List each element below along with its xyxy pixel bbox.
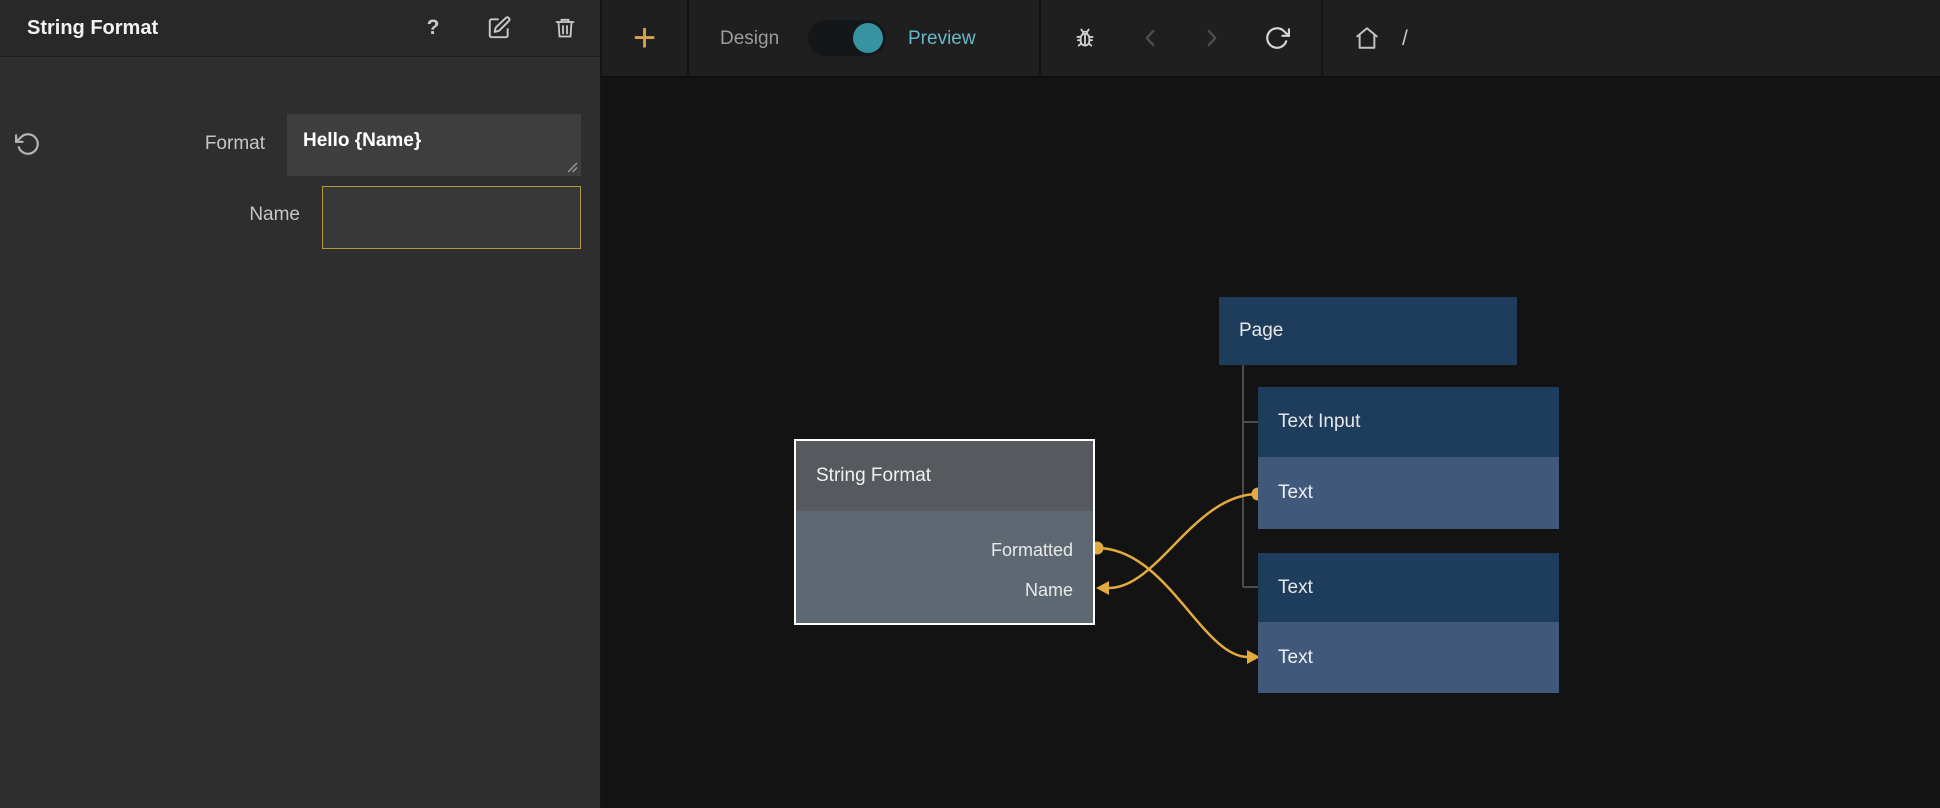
node-page-title: Page	[1239, 320, 1283, 342]
name-input[interactable]	[322, 186, 581, 249]
format-field-wrap: Hello {Name}	[287, 114, 581, 176]
reset-icon[interactable]	[15, 131, 41, 157]
port-formatted[interactable]: Formatted	[991, 539, 1073, 561]
help-glyph: ?	[427, 16, 440, 40]
forward-icon[interactable]	[1199, 25, 1225, 51]
hierarchy-line	[1243, 586, 1258, 588]
panel-title: String Format	[27, 17, 420, 40]
node-string-format-title: String Format	[816, 465, 931, 487]
refresh-icon[interactable]	[1264, 25, 1290, 51]
node-string-format-selected[interactable]: String Format Formatted Name	[794, 439, 1095, 625]
node-text-input-port-text[interactable]: Text	[1258, 457, 1559, 529]
debug-bug-icon[interactable]	[1072, 25, 1098, 51]
node-text-input[interactable]: Text Input Text	[1258, 387, 1559, 529]
panel-header-actions: ?	[420, 15, 578, 41]
breadcrumb-path: /	[1402, 0, 1408, 77]
design-mode-label[interactable]: Design	[720, 0, 779, 77]
node-text[interactable]: Text Text	[1258, 553, 1559, 693]
node-page[interactable]: Page	[1219, 297, 1517, 365]
delete-icon[interactable]	[552, 15, 578, 41]
resize-grip-icon[interactable]	[566, 161, 578, 173]
preview-mode-label[interactable]: Preview	[908, 0, 976, 77]
property-panel-header: String Format ?	[0, 0, 600, 57]
add-node-button[interactable]: +	[602, 0, 687, 77]
hierarchy-line	[1242, 365, 1244, 587]
property-panel: String Format ?	[0, 0, 602, 808]
port-label: Text	[1278, 482, 1313, 504]
node-page-header: Page	[1219, 297, 1517, 365]
top-toolbar: + Design Preview	[602, 0, 1940, 77]
home-icon[interactable]	[1354, 25, 1380, 51]
port-label: Text	[1278, 647, 1313, 669]
format-field-label: Format	[205, 133, 265, 155]
name-field-label: Name	[249, 204, 300, 226]
format-input[interactable]: Hello {Name}	[287, 114, 581, 176]
port-name[interactable]: Name	[1025, 579, 1073, 601]
hierarchy-line	[1243, 421, 1258, 423]
node-text-header: Text	[1258, 553, 1559, 622]
help-icon[interactable]: ?	[420, 15, 446, 41]
node-text-input-header: Text Input	[1258, 387, 1559, 457]
node-string-format-header: String Format	[796, 441, 1093, 511]
toggle-knob	[853, 23, 883, 53]
edit-icon[interactable]	[486, 15, 512, 41]
node-text-port-text[interactable]: Text	[1258, 622, 1559, 693]
back-icon[interactable]	[1137, 25, 1163, 51]
design-preview-toggle[interactable]	[808, 20, 886, 56]
toolbar-divider	[1321, 0, 1323, 77]
node-text-title: Text	[1278, 577, 1313, 599]
node-text-input-title: Text Input	[1278, 411, 1360, 433]
toolbar-divider	[1039, 0, 1041, 77]
node-graph-canvas[interactable]: Page Text Input Text Text Text String Fo…	[602, 77, 1940, 808]
toolbar-divider	[687, 0, 689, 77]
